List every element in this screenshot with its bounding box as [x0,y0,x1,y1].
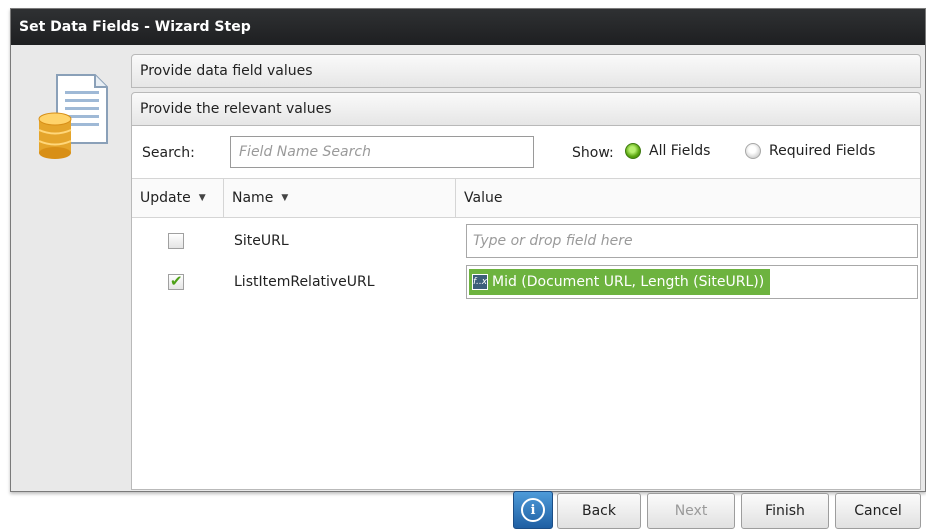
radio-required-fields[interactable]: Required Fields [745,143,875,159]
dropdown-caret-icon: ▼ [281,193,289,203]
info-icon: i [521,498,545,522]
column-update[interactable]: Update ▼ [132,179,224,217]
info-button[interactable]: i [513,491,553,529]
dropdown-caret-icon: ▼ [198,193,206,203]
column-update-label: Update [140,190,191,206]
value-placeholder: Type or drop field here [473,233,633,249]
finish-button[interactable]: Finish [741,493,829,529]
radio-selected-icon [625,143,641,159]
function-token-text: Mid (Document URL, Length (SiteURL)) [492,274,765,290]
column-value: Value [456,179,920,217]
dialog-title: Set Data Fields - Wizard Step [11,9,925,45]
radio-required-fields-label: Required Fields [769,143,876,159]
field-name: ListItemRelativeURL [234,274,375,290]
radio-all-fields-label: All Fields [649,143,711,159]
search-row: Search: Show: All Fields Required Fields [132,126,920,178]
document-database-icon [38,74,108,159]
field-name: SiteURL [234,233,289,249]
next-button[interactable]: Next [647,493,735,529]
cancel-button[interactable]: Cancel [835,493,921,529]
checkmark-icon: ✔ [170,272,183,290]
value-drop-field[interactable]: Type or drop field here [466,224,918,258]
column-name[interactable]: Name ▼ [224,179,456,217]
value-drop-field[interactable]: f..x Mid (Document URL, Length (SiteURL)… [466,265,918,299]
column-name-label: Name [232,190,274,206]
show-label: Show: [572,145,614,161]
section-data-field-values[interactable]: Provide data field values [131,54,921,88]
search-label: Search: [142,145,195,161]
fields-panel: Search: Show: All Fields Required Fields… [131,126,921,490]
function-token[interactable]: f..x Mid (Document URL, Length (SiteURL)… [469,269,771,295]
radio-all-fields[interactable]: All Fields [625,143,710,159]
table-header: Update ▼ Name ▼ Value [132,178,920,218]
function-icon: f..x [472,274,488,290]
column-value-label: Value [464,190,503,206]
back-button[interactable]: Back [557,493,641,529]
search-input[interactable] [230,136,534,168]
section-relevant-values[interactable]: Provide the relevant values [131,92,921,126]
update-checkbox[interactable] [168,233,184,249]
update-checkbox[interactable]: ✔ [168,272,184,290]
wizard-dialog: Set Data Fields - Wizard Step Provide da… [10,8,926,492]
table-row: ✔ ListItemRelativeURL f..x Mid (Document… [132,264,920,304]
table-row: SiteURL Type or drop field here [132,223,920,263]
radio-unselected-icon [745,143,761,159]
